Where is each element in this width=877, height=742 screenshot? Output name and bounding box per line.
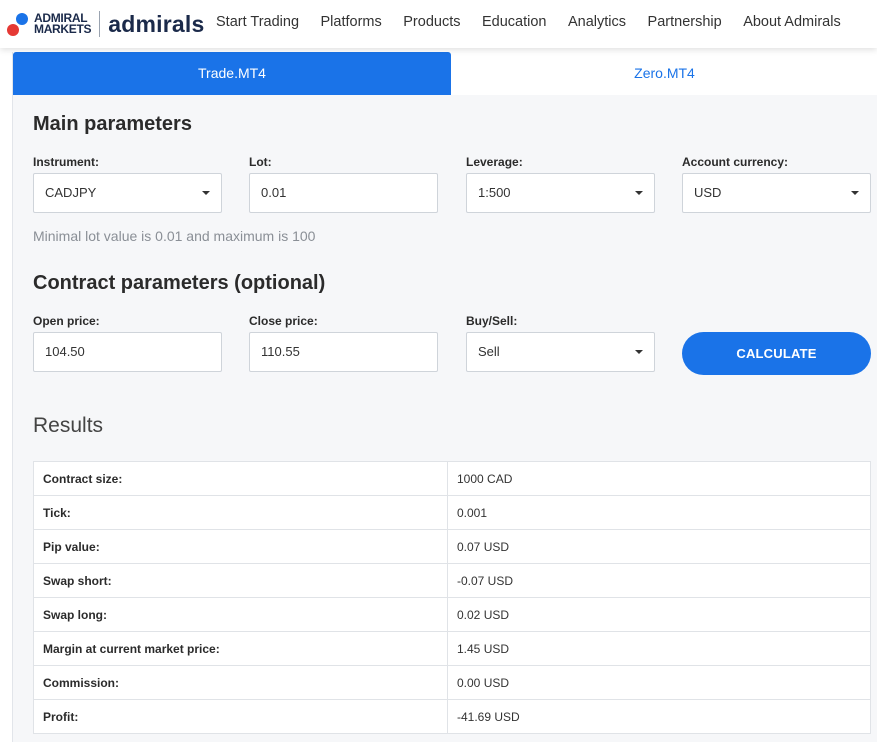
close-price-label: Close price: bbox=[249, 314, 318, 328]
logo-wordmark: admirals bbox=[108, 10, 205, 37]
table-row: Margin at current market price: 1.45 USD bbox=[33, 631, 871, 666]
site-header: ADMIRAL MARKETS admirals Start Trading P… bbox=[0, 0, 877, 48]
leverage-select[interactable]: 1:500 bbox=[466, 173, 655, 213]
results-title: Results bbox=[33, 414, 104, 437]
leverage-value: 1:500 bbox=[478, 185, 511, 200]
result-key: Swap long: bbox=[33, 597, 448, 632]
nav-item-about-admirals[interactable]: About Admirals bbox=[743, 14, 841, 30]
leverage-label: Leverage: bbox=[466, 155, 523, 169]
logo-line2: MARKETS bbox=[34, 22, 92, 36]
logo-dots-icon bbox=[6, 11, 32, 37]
open-price-value: 104.50 bbox=[45, 344, 85, 359]
result-key: Pip value: bbox=[33, 529, 448, 564]
result-key: Tick: bbox=[33, 495, 448, 530]
table-row: Commission: 0.00 USD bbox=[33, 665, 871, 700]
result-key: Margin at current market price: bbox=[33, 631, 448, 666]
open-price-label: Open price: bbox=[33, 314, 100, 328]
result-value: 0.07 USD bbox=[447, 529, 871, 564]
logo-divider bbox=[99, 11, 101, 37]
nav-item-products[interactable]: Products bbox=[403, 14, 460, 30]
close-price-input[interactable]: 110.55 bbox=[249, 332, 438, 372]
logo-text: ADMIRAL MARKETS bbox=[34, 12, 92, 36]
instrument-select[interactable]: CADJPY bbox=[33, 173, 222, 213]
account-currency-label: Account currency: bbox=[682, 155, 789, 169]
result-key: Contract size: bbox=[33, 461, 448, 496]
chevron-down-icon bbox=[635, 191, 643, 195]
table-row: Profit: -41.69 USD bbox=[33, 699, 871, 734]
instrument-label: Instrument: bbox=[33, 155, 99, 169]
admirals-logo[interactable]: ADMIRAL MARKETS admirals bbox=[6, 9, 204, 39]
lot-input[interactable]: 0.01 bbox=[249, 173, 438, 213]
result-key: Swap short: bbox=[33, 563, 448, 598]
chevron-down-icon bbox=[202, 191, 210, 195]
result-value: -0.07 USD bbox=[447, 563, 871, 598]
lot-label: Lot: bbox=[249, 155, 272, 169]
table-row: Swap long: 0.02 USD bbox=[33, 597, 871, 632]
chevron-down-icon bbox=[635, 350, 643, 354]
nav-item-platforms[interactable]: Platforms bbox=[321, 14, 382, 30]
result-value: 1000 CAD bbox=[447, 461, 871, 496]
buy-sell-value: Sell bbox=[478, 344, 500, 359]
nav-item-partnership[interactable]: Partnership bbox=[648, 14, 722, 30]
result-value: 0.02 USD bbox=[447, 597, 871, 632]
instrument-value: CADJPY bbox=[45, 185, 97, 200]
account-currency-select[interactable]: USD bbox=[682, 173, 871, 213]
account-tabs: Trade.MT4 Zero.MT4 bbox=[13, 52, 877, 95]
table-row: Swap short: -0.07 USD bbox=[33, 563, 871, 598]
tab-zero-mt4[interactable]: Zero.MT4 bbox=[451, 52, 877, 95]
result-value: 0.00 USD bbox=[447, 665, 871, 700]
account-currency-value: USD bbox=[694, 185, 722, 200]
contract-parameters-title: Contract parameters (optional) bbox=[33, 272, 326, 294]
result-key: Commission: bbox=[33, 665, 448, 700]
table-row: Pip value: 0.07 USD bbox=[33, 529, 871, 564]
main-nav: Start Trading Platforms Products Educati… bbox=[216, 14, 862, 30]
nav-item-analytics[interactable]: Analytics bbox=[568, 14, 626, 30]
result-value: 0.001 bbox=[447, 495, 871, 530]
table-row: Contract size: 1000 CAD bbox=[33, 461, 871, 496]
result-value: 1.45 USD bbox=[447, 631, 871, 666]
nav-item-education[interactable]: Education bbox=[482, 14, 547, 30]
results-table: Contract size: 1000 CAD Tick: 0.001 Pip … bbox=[33, 461, 871, 734]
nav-item-start-trading[interactable]: Start Trading bbox=[216, 14, 299, 30]
table-row: Tick: 0.001 bbox=[33, 495, 871, 530]
lot-hint: Minimal lot value is 0.01 and maximum is… bbox=[33, 228, 316, 244]
buy-sell-select[interactable]: Sell bbox=[466, 332, 655, 372]
close-price-value: 110.55 bbox=[261, 344, 300, 359]
open-price-input[interactable]: 104.50 bbox=[33, 332, 222, 372]
result-value: -41.69 USD bbox=[447, 699, 871, 734]
result-key: Profit: bbox=[33, 699, 448, 734]
calculator-panel: Trade.MT4 Zero.MT4 Main parameters Instr… bbox=[12, 52, 877, 742]
buy-sell-label: Buy/Sell: bbox=[466, 314, 518, 328]
calculate-button[interactable]: CALCULATE bbox=[682, 332, 871, 375]
chevron-down-icon bbox=[851, 191, 859, 195]
tab-trade-mt4[interactable]: Trade.MT4 bbox=[13, 52, 451, 95]
main-parameters-title: Main parameters bbox=[33, 113, 192, 135]
lot-value: 0.01 bbox=[261, 185, 287, 200]
